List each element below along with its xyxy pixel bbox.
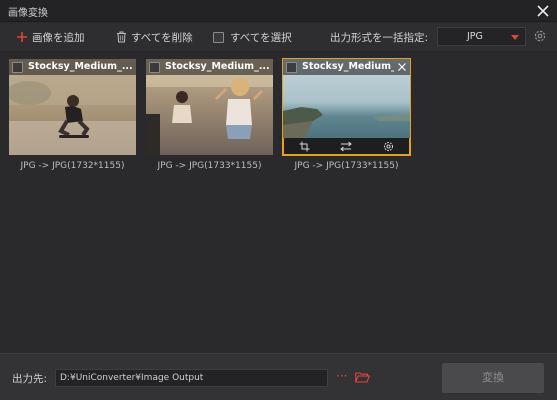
image-caption-bar: Stocksy_Medium_...: [283, 59, 410, 75]
select-all-box[interactable]: [213, 31, 224, 43]
more-options-button[interactable]: ···: [336, 369, 347, 383]
image-select-checkbox[interactable]: [12, 62, 23, 73]
image-caption-bar: Stocksy_Medium_...: [9, 59, 136, 75]
gear-icon[interactable]: [533, 29, 547, 43]
image-caption-bar: Stocksy_Medium_...: [146, 59, 273, 75]
output-format-value: JPG: [467, 31, 483, 42]
remove-image-icon[interactable]: [397, 62, 407, 72]
image-filename: Stocksy_Medium_...: [165, 61, 269, 72]
image-select-checkbox[interactable]: [149, 62, 160, 73]
convert-button[interactable]: 変換: [442, 363, 544, 393]
footer-bar: 出力先: D:¥UniConverter¥Image Output ··· 変換: [0, 353, 557, 400]
select-all-label: すべてを選択: [230, 31, 292, 44]
image-card[interactable]: Stocksy_Medium_... JPG -> JPG(1732*1155): [9, 59, 136, 171]
output-folder-label: 出力先:: [12, 373, 48, 385]
conversion-info: JPG -> JPG(1733*1155): [157, 161, 262, 171]
image-select-checkbox[interactable]: [286, 62, 297, 73]
output-path-field[interactable]: D:¥UniConverter¥Image Output: [55, 369, 328, 387]
delete-all-label: すべてを削除: [131, 31, 193, 44]
trash-icon: [117, 31, 126, 43]
delete-all-button[interactable]: すべてを削除: [116, 29, 193, 45]
settings-gear-icon[interactable]: [383, 141, 394, 152]
title-bar: 画像変換: [0, 0, 557, 22]
add-image-button[interactable]: 画像を追加: [16, 29, 85, 45]
image-card[interactable]: Stocksy_Medium_... JPG -> JPG(1733*1155): [146, 59, 273, 171]
crop-icon[interactable]: [299, 141, 310, 152]
folder-open-icon[interactable]: [355, 371, 370, 383]
select-all-checkbox[interactable]: すべてを選択: [213, 29, 292, 45]
image-actions-bar: [283, 138, 410, 155]
plus-icon: [17, 32, 27, 42]
output-format-select[interactable]: JPG: [437, 27, 526, 46]
adjust-icon[interactable]: [340, 141, 353, 152]
chevron-down-icon: [511, 35, 519, 40]
conversion-info: JPG -> JPG(1732*1155): [20, 161, 125, 171]
close-icon[interactable]: [535, 3, 551, 19]
image-filename: Stocksy_Medium_...: [302, 61, 394, 72]
conversion-info: JPG -> JPG(1733*1155): [294, 161, 399, 171]
image-card-selected[interactable]: Stocksy_Medium_... JPG -> JPG(1733*1155): [282, 58, 411, 171]
format-label: 出力形式を一括指定:: [330, 31, 429, 44]
add-image-label: 画像を追加: [32, 31, 85, 44]
window-title: 画像変換: [8, 8, 48, 19]
format-label-wrap: 出力形式を一括指定:: [330, 29, 428, 45]
image-filename: Stocksy_Medium_...: [28, 61, 132, 72]
